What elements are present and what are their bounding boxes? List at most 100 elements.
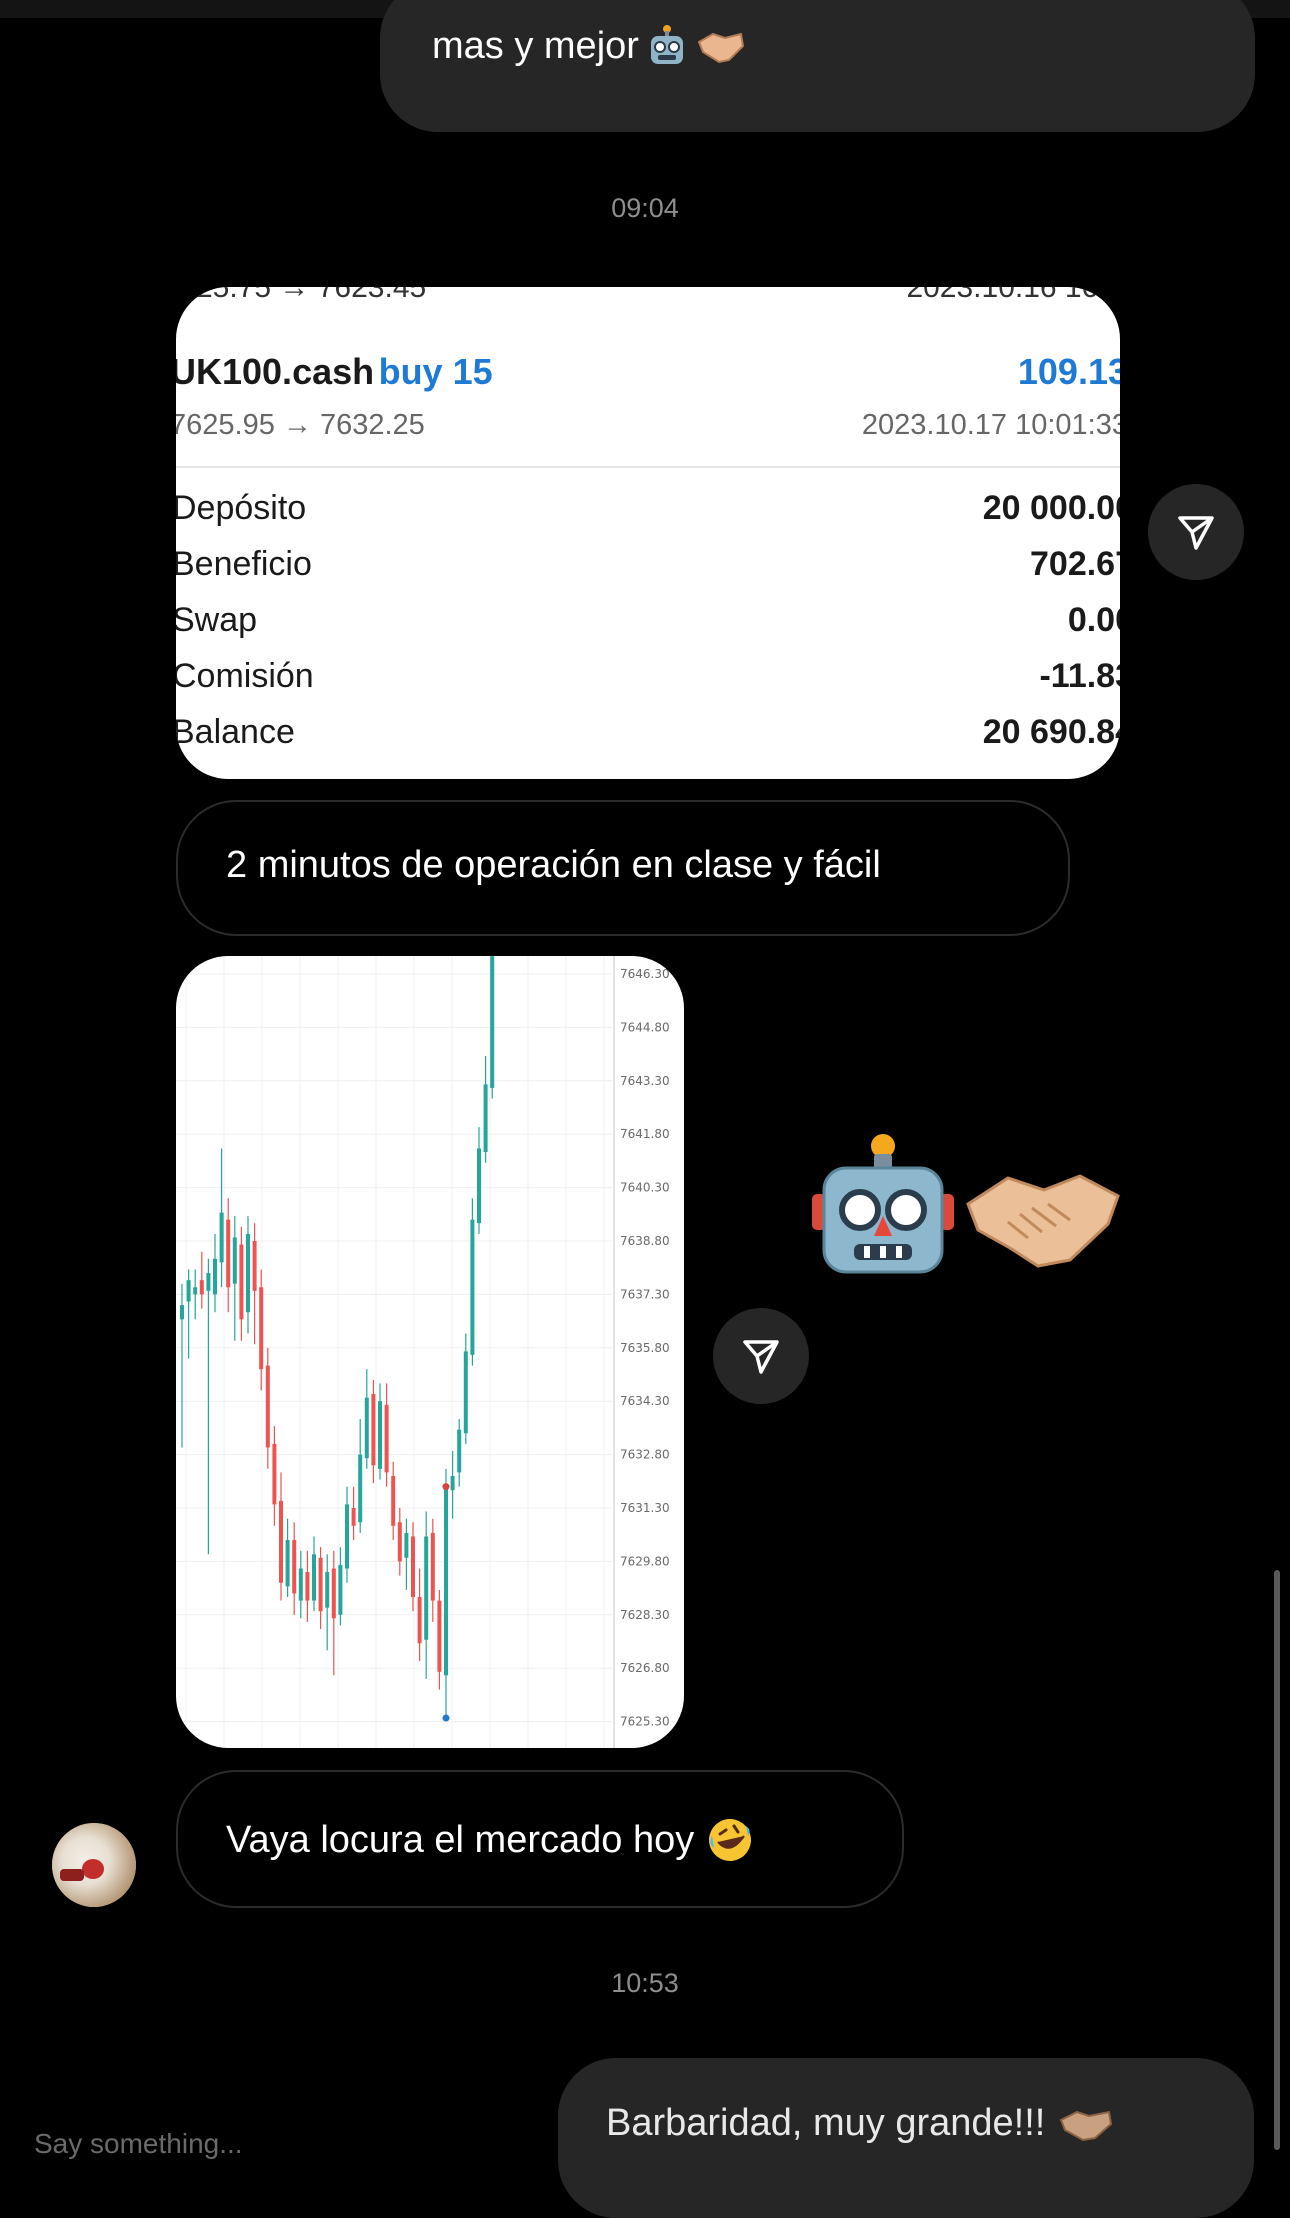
summary-value: -11.83 [1039,657,1120,695]
summary-label: Beneficio [176,545,312,583]
candle-body [193,1287,198,1295]
share-button[interactable] [713,1308,809,1404]
price-axis-label: 7625.30 [620,1715,670,1729]
summary-value: 20 000.00 [982,489,1120,527]
message-input[interactable]: Say something... [34,2128,243,2160]
chart-screenshot-image[interactable]: 7646.30 7644.80 7643.30 7641.80 7640.30 7638.… [176,956,684,1748]
message-text: Barbaridad, muy grande!!! [606,2102,1046,2144]
message-text: mas y mejor [432,24,639,67]
trade-date: 2023.10.17 10:01:33 [861,409,1120,441]
price-axis-label: 7644.80 [620,1020,670,1034]
timestamp: 10:53 [611,1968,679,1998]
trade-profit: 109.13 [1017,351,1120,392]
candle-body [232,1237,237,1284]
candle-body [391,1475,396,1526]
summary-value: 20 690.84 [982,713,1120,751]
send-icon [743,1340,779,1374]
handshake-emoji-icon [697,32,744,64]
summary-label: Swap [176,601,258,639]
candle-body [404,1532,409,1558]
candle-body [351,1508,356,1526]
candle-body [292,1540,297,1594]
summary-row: Balance 20 690.84 [176,713,1120,765]
price-axis-label: 7640.30 [620,1181,670,1195]
send-icon [1178,516,1214,550]
candle-body [226,1219,231,1288]
candle-body [213,1258,217,1295]
exit-marker [442,1483,450,1491]
candle-body [305,1572,310,1601]
candle-body [272,1443,277,1505]
summary-row: Depósito 20 000.00 [176,489,1120,541]
message-text: 2 minutos de operación en clase y fácil [226,844,881,886]
candle-body [384,1404,389,1473]
received-message-bubble[interactable]: 2 minutos de operación en clase y fácil [176,800,1070,936]
cut-prices: 25.75 → 7623.45 [196,287,427,304]
entry-marker [442,1714,450,1722]
sent-message-bubble[interactable]: Barbaridad, muy grande!!! [558,2058,1254,2218]
chart-grid: 7646.30 7644.80 7643.30 7641.80 7640.30 7638.… [176,956,670,1748]
candle-body [457,1429,462,1473]
candle-body [411,1536,415,1597]
candle-body [279,1500,283,1583]
candle-body [265,1365,270,1448]
summary-row: Comisión -11.83 [176,657,1120,709]
candle-body [358,1454,363,1523]
candle-body [430,1532,435,1601]
candle-body [450,1475,455,1491]
summary-label: Balance [176,713,295,751]
price-axis-label: 7641.80 [620,1127,670,1141]
price-axis-label: 7638.80 [620,1234,670,1248]
price-axis-label: 7635.80 [620,1341,670,1355]
candle-body [345,1504,349,1569]
price-axis-label: 7637.30 [620,1287,670,1301]
avatar[interactable] [52,1823,136,1907]
timestamp: 09:04 [611,193,679,223]
candle-body [246,1233,250,1313]
candle-body [312,1554,316,1601]
candle-body [364,1397,369,1459]
summary-label: Depósito [176,489,307,527]
summary-label: Comisión [176,657,314,695]
candle-body [298,1568,303,1601]
trade-symbol: UK100.cash [176,351,375,392]
candle-body [470,1219,475,1355]
share-button[interactable] [1148,484,1244,580]
price-axis-label: 7628.30 [620,1608,670,1622]
candle-body [490,956,495,1088]
candle-body [259,1287,264,1370]
trade-prices: 7625.95 → 7632.25 [176,409,425,441]
candle-body [417,1597,422,1644]
candle-body [437,1600,442,1672]
emoji-message[interactable] [808,1132,1128,1292]
candle-body [397,1522,402,1562]
candle-body [444,1486,448,1676]
candle-body [219,1212,224,1263]
candle-body [206,1273,211,1291]
rofl-emoji-icon [709,1819,752,1861]
candle-body [371,1394,376,1466]
received-message-bubble[interactable]: Vaya locura el mercado hoy [176,1770,904,1908]
scrollbar[interactable] [1274,1570,1280,2150]
summary-value: 702.67 [1030,545,1120,583]
sent-message-bubble[interactable]: mas y mejor [380,0,1255,132]
price-axis-label: 7646.30 [620,967,670,981]
robot-emoji-icon [812,1134,954,1274]
candle-body [239,1244,244,1320]
candle-body [180,1305,184,1320]
candle-body [331,1568,336,1619]
candle-body [318,1557,323,1612]
candle-body [477,1148,481,1224]
candle-body [378,1401,382,1469]
price-axis-label: 7629.80 [620,1554,670,1568]
candle-body [285,1540,290,1587]
robot-emoji-icon [650,25,683,64]
price-axis-label: 7634.30 [620,1394,670,1408]
price-axis-label: 7643.30 [620,1074,670,1088]
candle-body [463,1351,468,1434]
trade-screenshot-image[interactable]: 25.75 → 7623.45 2023.10.16 16:30 UK100.c… [176,287,1120,779]
divider [176,466,1120,468]
candle-body [186,1280,191,1302]
candle-body [424,1536,429,1640]
trade-action: buy 15 [378,351,493,392]
